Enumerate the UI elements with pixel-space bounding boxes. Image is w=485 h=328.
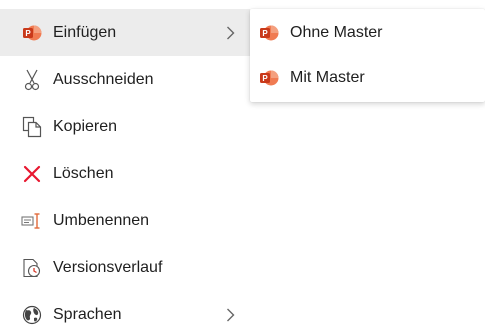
globe-icon	[21, 304, 43, 326]
copy-icon	[21, 116, 43, 138]
submenu-item-ohne-master[interactable]: P Ohne Master	[250, 11, 485, 55]
svg-text:P: P	[25, 29, 31, 38]
menu-item-label: Kopieren	[53, 117, 118, 135]
menu-item-label: Versionsverlauf	[53, 258, 163, 276]
chevron-right-icon	[224, 307, 236, 323]
powerpoint-icon: P	[258, 67, 280, 89]
menu-item-label: Löschen	[53, 164, 114, 182]
menu-item-label: Ausschneiden	[53, 70, 154, 88]
svg-text:P: P	[262, 29, 268, 38]
rename-icon	[21, 210, 43, 232]
menu-item-label: Einfügen	[53, 23, 117, 41]
powerpoint-icon: P	[21, 22, 43, 44]
svg-text:P: P	[262, 74, 268, 83]
menu-item-loeschen[interactable]: Löschen	[0, 150, 250, 197]
menu-item-versionsverlauf[interactable]: Versionsverlauf	[0, 244, 250, 291]
menu-item-kopieren[interactable]: Kopieren	[0, 103, 250, 150]
version-history-icon	[21, 257, 43, 279]
delete-x-icon	[21, 163, 43, 185]
menu-item-sprachen[interactable]: Sprachen	[0, 291, 250, 328]
menu-item-ausschneiden[interactable]: Ausschneiden	[0, 56, 250, 103]
scissors-icon	[21, 69, 43, 91]
menu-item-einfuegen[interactable]: P Einfügen	[0, 9, 250, 56]
chevron-right-icon	[224, 25, 236, 41]
context-menu-stage: P Einfügen Ausschneiden Kopieren Löschen…	[0, 0, 485, 328]
menu-item-label: Sprachen	[53, 305, 122, 323]
powerpoint-icon: P	[258, 22, 280, 44]
einfuegen-submenu: P Ohne Master P Mit Master	[250, 9, 485, 102]
submenu-item-label: Ohne Master	[290, 24, 383, 41]
submenu-item-label: Mit Master	[290, 69, 365, 86]
menu-item-umbenennen[interactable]: Umbenennen	[0, 197, 250, 244]
context-menu: P Einfügen Ausschneiden Kopieren Löschen…	[0, 0, 250, 328]
submenu-item-mit-master[interactable]: P Mit Master	[250, 56, 485, 100]
menu-item-label: Umbenennen	[53, 211, 150, 229]
